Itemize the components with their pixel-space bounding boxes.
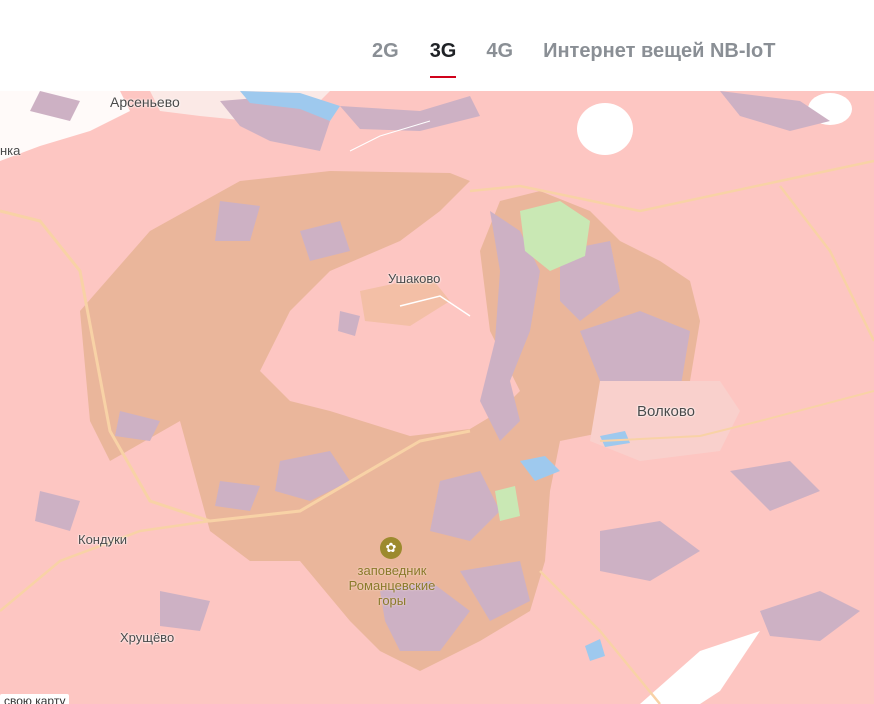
place-label-kondyki: Кондуки	[78, 532, 128, 547]
place-label-partial: нка	[0, 143, 21, 158]
place-label-arsenyevo: Арсеньево	[110, 94, 180, 110]
map-canvas	[0, 91, 874, 704]
tab-nb-iot[interactable]: Интернет вещей NB-IoT	[543, 38, 775, 64]
map-credit-link[interactable]: свою карту	[0, 694, 70, 704]
reserve-label: заповедник Романцевские горы	[336, 563, 448, 608]
reserve-label-line3: горы	[377, 593, 407, 608]
settlement-area	[590, 381, 740, 461]
tab-2g[interactable]: 2G	[372, 38, 399, 64]
tab-4g[interactable]: 4G	[486, 38, 513, 64]
place-label-khrushchevo: Хрущёво	[120, 630, 175, 645]
reserve-label-line2: Романцевские	[348, 578, 436, 593]
network-tabs: 2G 3G 4G Интернет вещей NB-IoT	[372, 38, 775, 78]
nature-reserve-icon[interactable]: ✿	[380, 537, 402, 559]
tab-3g[interactable]: 3G	[429, 38, 456, 78]
no-coverage-area	[577, 103, 633, 155]
place-label-ushakovo: Ушаково	[388, 271, 441, 286]
network-header: 2G 3G 4G Интернет вещей NB-IoT	[0, 0, 874, 91]
reserve-label-line1: заповедник	[357, 563, 427, 578]
coverage-map[interactable]: Арсеньево нка Ушаково Волково Кондуки Хр…	[0, 91, 874, 704]
place-label-volkovo: Волково	[637, 403, 695, 420]
